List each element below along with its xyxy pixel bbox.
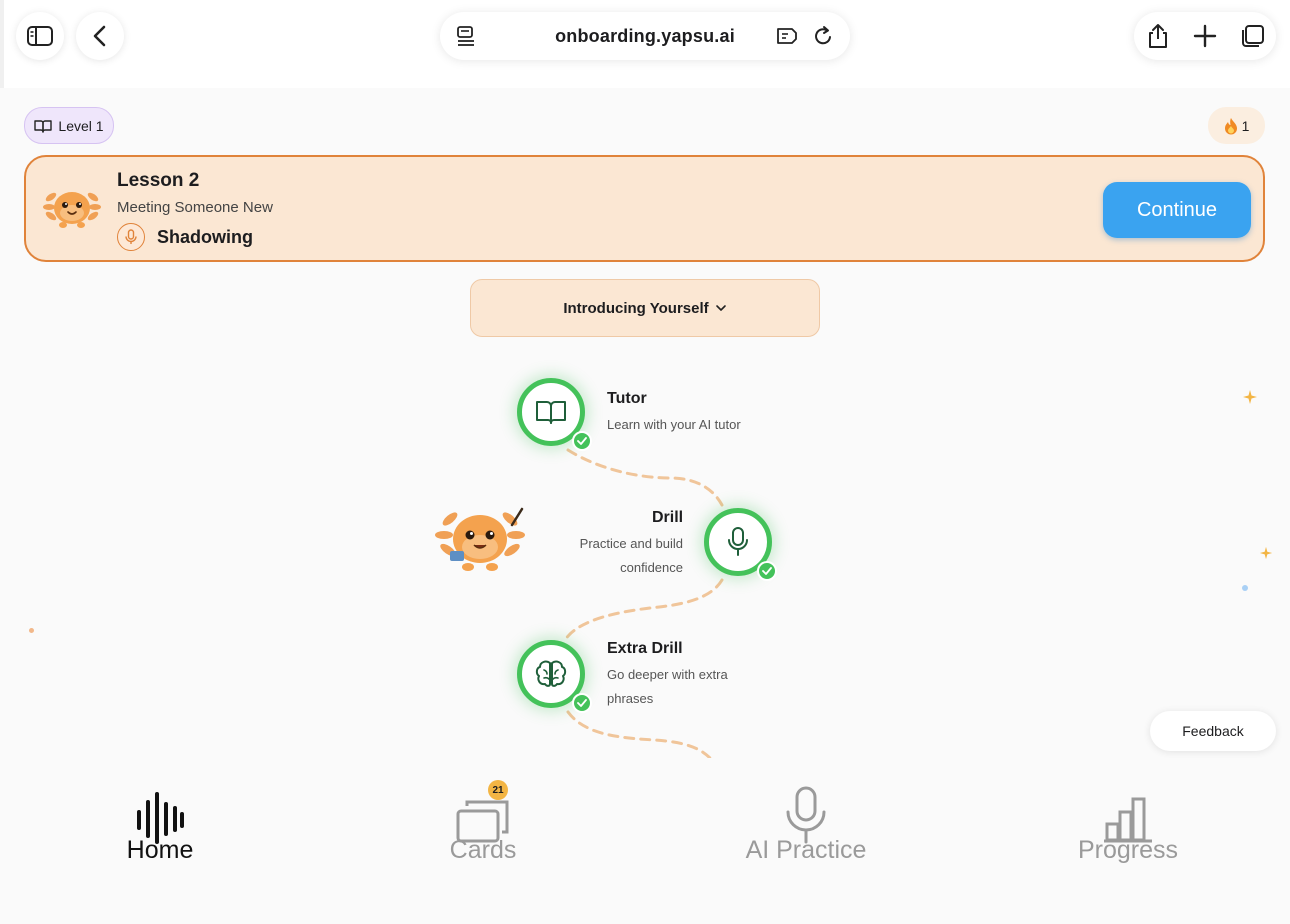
waveform-icon [137,792,184,844]
nav-item-home[interactable]: Home [60,788,260,865]
node-title: Extra Drill [607,640,683,657]
nav-item-progress[interactable]: Progress [1028,788,1228,865]
bottom-navigation: Home 21 Cards AI Practice Progress [0,758,1290,924]
node-title: Drill [652,509,684,526]
feedback-button[interactable]: Feedback [1150,711,1276,751]
decor-dot [29,628,34,633]
node-description-line: confidence [620,560,683,575]
microphone-icon [728,527,748,556]
path-node-extra-drill[interactable] [517,640,592,713]
node-description-line: Go deeper with extra [607,667,728,682]
cards-count-badge: 21 [488,780,508,800]
cards-icon [456,800,509,843]
completed-check-icon [572,693,592,713]
completed-check-icon [572,431,592,451]
axolotl-mascot-icon [435,507,525,571]
path-node-drill[interactable] [704,508,777,581]
nav-item-cards[interactable]: 21 Cards [383,780,583,865]
node-title: Tutor [607,390,647,407]
node-description: Learn with your AI tutor [607,417,741,432]
microphone-icon [786,786,826,844]
book-icon [536,401,566,424]
sparkle-icon [1259,546,1273,560]
node-description-line: phrases [607,691,654,706]
brain-icon [535,660,567,687]
decor-dot [1242,585,1248,591]
nav-item-ai-practice[interactable]: AI Practice [706,786,906,865]
path-node-tutor[interactable] [517,378,592,451]
sparkle-icon [1243,390,1257,404]
node-description-line: Practice and build [579,536,683,551]
completed-check-icon [757,561,777,581]
bar-chart-icon [1104,797,1152,843]
